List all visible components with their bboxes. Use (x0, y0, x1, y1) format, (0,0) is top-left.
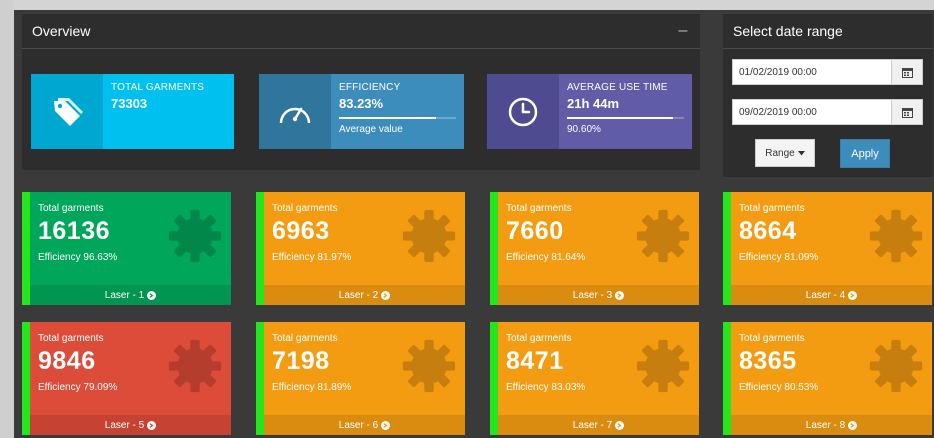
average-use-time-label: AVERAGE USE TIME (567, 82, 668, 93)
apply-button[interactable]: Apply (840, 139, 890, 168)
info-box-total-garments: TOTAL GARMENTS 73303 (31, 74, 234, 149)
machine-footer-link[interactable]: Laser - 7 (498, 415, 699, 435)
efficiency-progress (339, 117, 456, 119)
gear-icon (868, 208, 924, 264)
date-range-title: Select date range (733, 23, 843, 39)
machine-footer-link[interactable]: Laser - 5 (30, 415, 231, 435)
end-calendar-button[interactable] (892, 99, 923, 125)
machine-tile: Total garments 16136 Efficiency 96.63% Lase… (22, 192, 231, 305)
machine-footer-label: Laser - 3 (572, 289, 613, 301)
end-date-input[interactable] (732, 99, 892, 125)
efficiency-label: EFFICIENCY (339, 82, 401, 93)
machine-footer-label: Laser - 7 (572, 419, 613, 431)
machine-footer-link[interactable]: Laser - 2 (264, 285, 465, 305)
machine-footer-label: Laser - 6 (338, 419, 379, 431)
date-range-header: Select date range (723, 14, 933, 49)
caret-down-icon (797, 150, 805, 155)
gear-icon (635, 208, 691, 264)
arrow-circle-right-icon (381, 290, 391, 300)
machine-footer-link[interactable]: Laser - 8 (731, 415, 932, 435)
info-box-efficiency: EFFICIENCY 83.23% Average value (259, 74, 464, 149)
machine-tile: Total garments 9846 Efficiency 79.09% Laser… (22, 322, 231, 435)
machine-tile: Total garments 7198 Efficiency 81.89% Laser… (256, 322, 465, 435)
machine-footer-link[interactable]: Laser - 1 (30, 285, 231, 305)
machine-tile: Total garments 8471 Efficiency 83.03% Laser… (490, 322, 699, 435)
machine-footer-label: Laser - 5 (104, 419, 145, 431)
machine-footer-link[interactable]: Laser - 4 (731, 285, 932, 305)
machine-footer-label: Laser - 1 (104, 289, 145, 301)
machine-tile: Total garments 8365 Efficiency 80.53% Laser… (723, 322, 932, 435)
calendar-icon (901, 107, 913, 118)
range-label: Range (765, 147, 795, 159)
arrow-circle-right-icon (615, 290, 625, 300)
use-time-progress (567, 117, 684, 119)
gear-icon (167, 208, 223, 264)
gear-icon (635, 338, 691, 394)
use-time-description: 90.60% (567, 124, 601, 135)
arrow-circle-right-icon (147, 420, 157, 430)
tag-icon (31, 74, 103, 149)
machine-tile: Total garments 8664 Efficiency 81.09% Laser… (723, 192, 932, 305)
total-garments-value: 73303 (111, 96, 148, 111)
machine-footer-label: Laser - 8 (805, 419, 846, 431)
total-garments-label: TOTAL GARMENTS (111, 82, 205, 93)
gear-icon (401, 338, 457, 394)
efficiency-value: 83.23% (339, 96, 384, 111)
gear-icon (868, 338, 924, 394)
calendar-icon (901, 67, 913, 78)
top-strip (0, 0, 934, 10)
average-use-time-value: 21h 44m (567, 96, 620, 111)
machine-tile: Total garments 7660 Efficiency 81.64% Laser… (490, 192, 699, 305)
overview-panel: Overview – TOTAL GARMENTS 73303 EFFICIEN… (22, 14, 700, 170)
arrow-circle-right-icon (615, 420, 625, 430)
start-date-input[interactable] (732, 59, 892, 85)
arrow-circle-right-icon (381, 420, 391, 430)
end-date-row (732, 99, 923, 125)
arrow-circle-right-icon (848, 290, 858, 300)
gear-icon (401, 208, 457, 264)
efficiency-description: Average value (339, 124, 403, 135)
machine-footer-label: Laser - 2 (338, 289, 379, 301)
collapse-button[interactable]: – (676, 22, 690, 40)
arrow-circle-right-icon (147, 290, 157, 300)
efficiency-progress-fill (339, 117, 437, 119)
start-calendar-button[interactable] (892, 59, 923, 85)
info-box-average-use-time: AVERAGE USE TIME 21h 44m 90.60% (487, 74, 692, 149)
speedometer-icon (259, 74, 331, 149)
gear-icon (167, 338, 223, 394)
machine-footer-label: Laser - 4 (805, 289, 846, 301)
machine-footer-link[interactable]: Laser - 6 (264, 415, 465, 435)
range-dropdown-button[interactable]: Range (755, 139, 815, 167)
arrow-circle-right-icon (848, 420, 858, 430)
use-time-progress-fill (567, 117, 673, 119)
overview-header: Overview – (22, 14, 700, 49)
machine-footer-link[interactable]: Laser - 3 (498, 285, 699, 305)
left-strip (0, 0, 14, 438)
overview-title: Overview (32, 23, 91, 39)
start-date-row (732, 59, 923, 85)
date-range-panel: Select date range Range Apply (723, 14, 933, 177)
machine-tile: Total garments 6963 Efficiency 81.97% Laser… (256, 192, 465, 305)
clock-icon (487, 74, 559, 149)
